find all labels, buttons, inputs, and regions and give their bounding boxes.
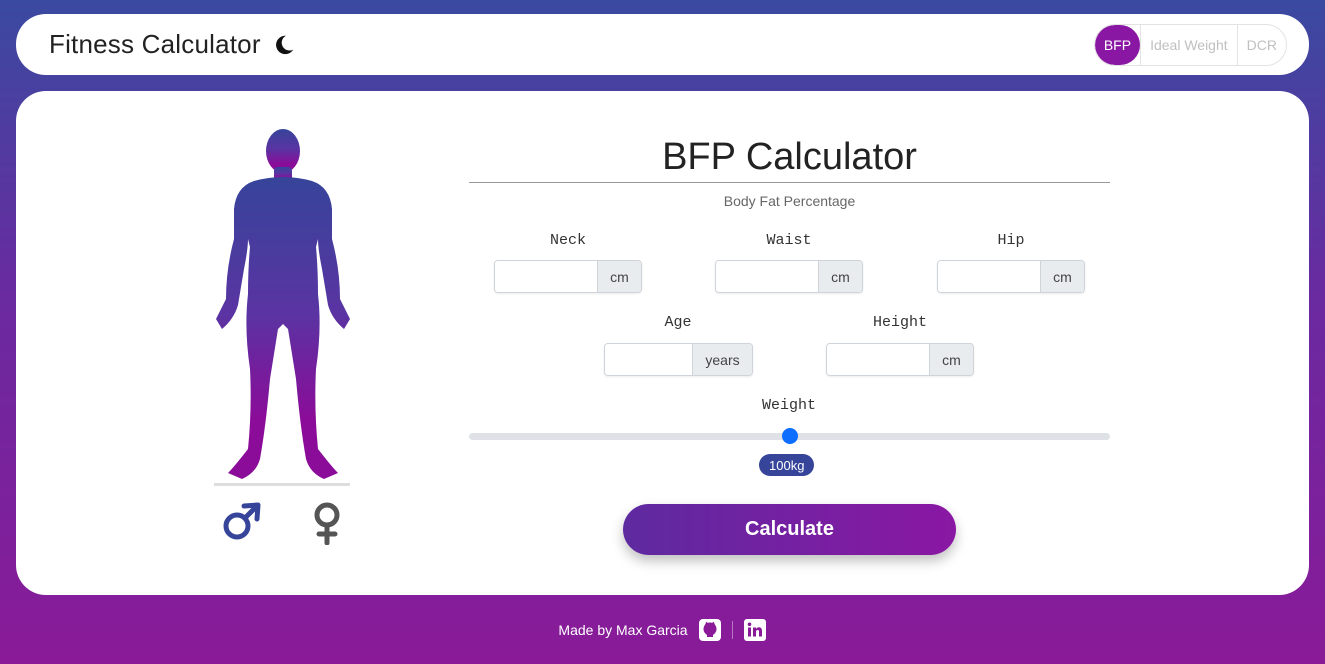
calculator-tabs: BFP Ideal Weight DCR: [1093, 23, 1287, 66]
waist-input[interactable]: [716, 261, 818, 292]
calculator-card: BFP Calculator Body Fat Percentage Neck …: [16, 91, 1309, 595]
height-unit: cm: [929, 344, 973, 375]
neck-input-group: cm: [494, 260, 642, 293]
footer-separator: [731, 621, 733, 639]
footer-credit: Made by Max Garcia: [558, 622, 688, 638]
age-input-group: years: [604, 343, 753, 376]
weight-slider-thumb[interactable]: [781, 428, 798, 444]
page-title: BFP Calculator: [469, 131, 1110, 183]
page-subtitle: Body Fat Percentage: [723, 193, 856, 209]
github-icon[interactable]: [698, 618, 722, 642]
body-silhouette-icon: [216, 129, 350, 479]
waist-input-group: cm: [715, 260, 863, 293]
top-navbar: Fitness Calculator BFP Ideal Weight DCR: [16, 14, 1309, 75]
height-input[interactable]: [827, 344, 929, 375]
waist-label: Waist: [766, 232, 812, 249]
age-unit: years: [692, 344, 752, 375]
hip-input-group: cm: [937, 260, 1085, 293]
male-symbol-icon[interactable]: [220, 501, 262, 543]
tab-bfp[interactable]: BFP: [1094, 24, 1141, 65]
female-symbol-icon[interactable]: [308, 501, 346, 546]
neck-input[interactable]: [495, 261, 597, 292]
hip-label: Hip: [997, 232, 1025, 249]
brand: Fitness Calculator: [49, 29, 295, 60]
form-header: BFP Calculator Body Fat Percentage: [469, 131, 1110, 209]
figure-base-line: [214, 483, 350, 486]
moon-icon[interactable]: [273, 34, 295, 56]
tab-ideal-weight[interactable]: Ideal Weight: [1140, 24, 1237, 65]
neck-unit: cm: [597, 261, 641, 292]
weight-label: Weight: [761, 397, 816, 414]
linkedin-icon[interactable]: [743, 618, 767, 642]
age-label: Age: [664, 314, 692, 331]
app-title: Fitness Calculator: [49, 29, 261, 59]
calculate-button[interactable]: Calculate: [623, 504, 956, 555]
waist-unit: cm: [818, 261, 862, 292]
age-input[interactable]: [605, 344, 692, 375]
hip-unit: cm: [1040, 261, 1084, 292]
weight-value-badge: 100kg: [759, 454, 815, 476]
hip-input[interactable]: [938, 261, 1040, 292]
footer: Made by Max Garcia: [0, 616, 1325, 644]
height-input-group: cm: [826, 343, 974, 376]
height-label: Height: [872, 314, 927, 331]
tab-dcr[interactable]: DCR: [1236, 24, 1286, 65]
neck-label: Neck: [549, 232, 586, 249]
